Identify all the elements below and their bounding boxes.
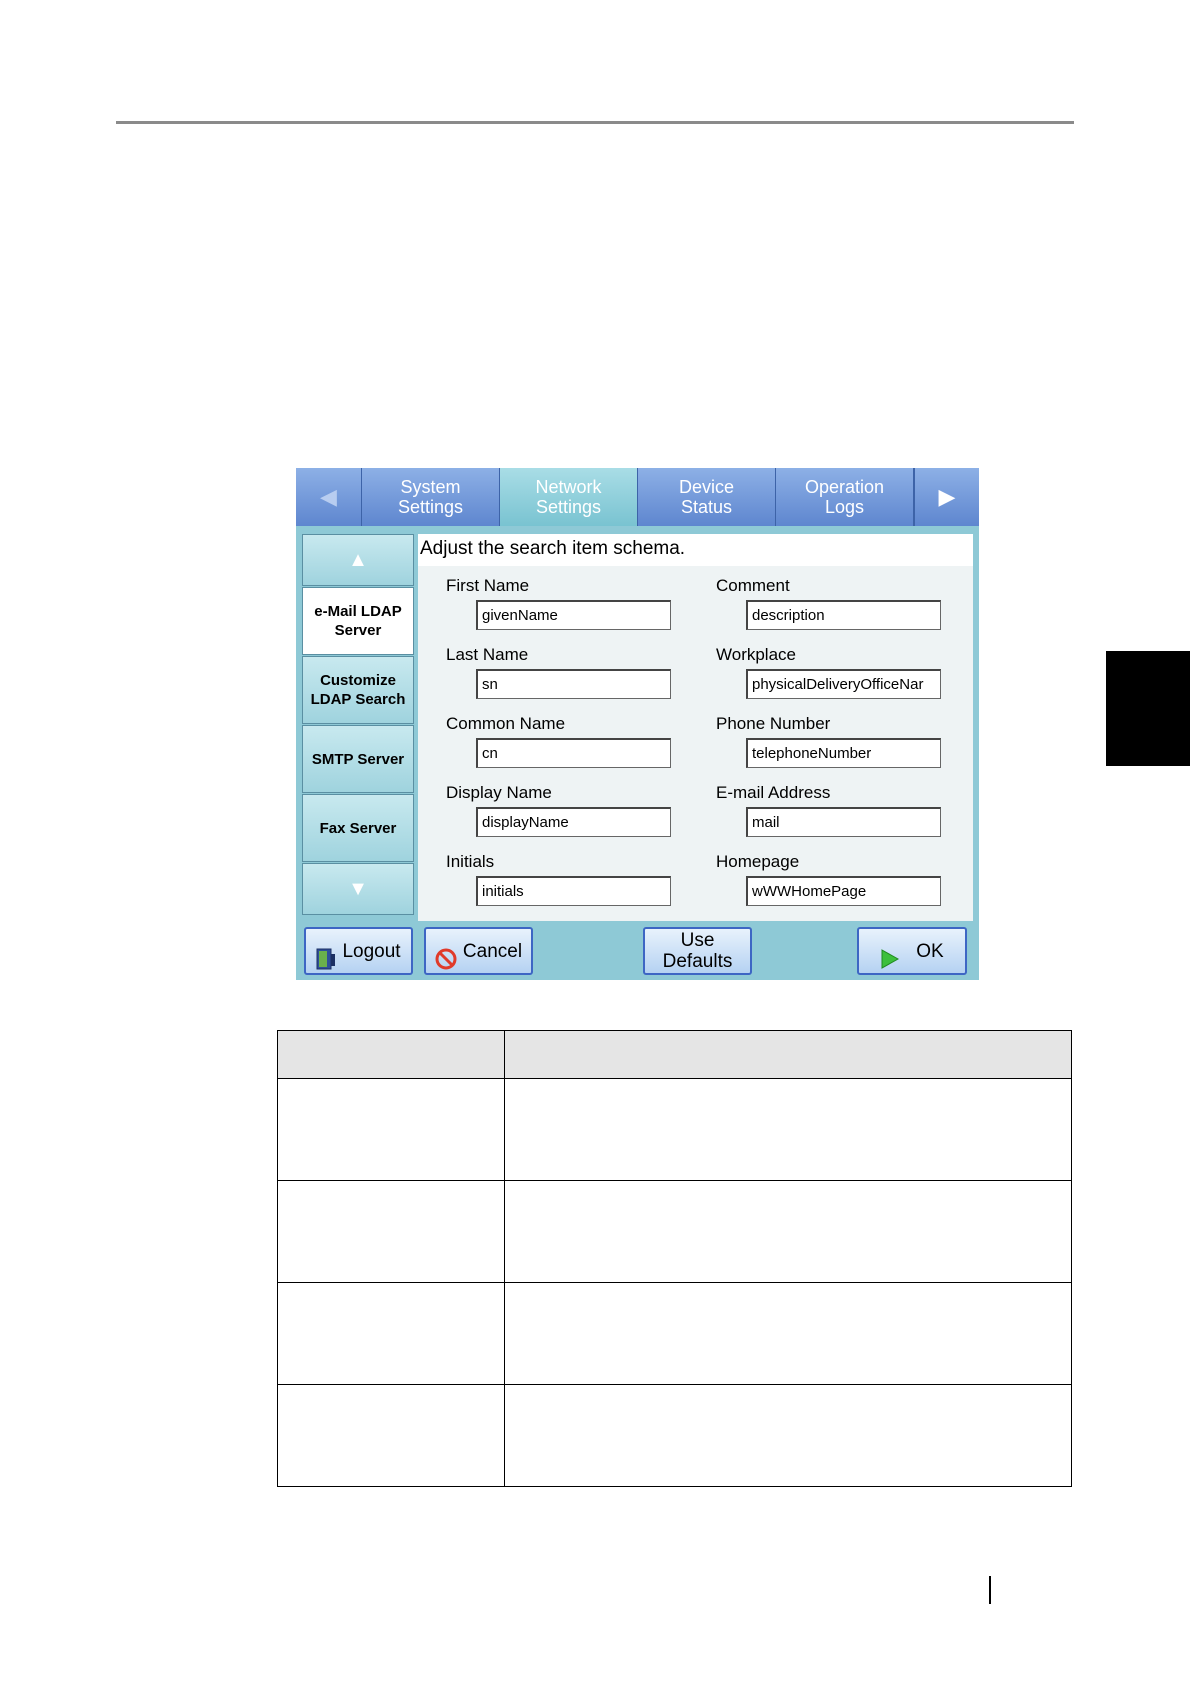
homepage-input[interactable] bbox=[746, 876, 941, 906]
table-row bbox=[277, 1180, 1072, 1283]
arrow-down-icon: ▼ bbox=[348, 877, 368, 900]
tab-device-status[interactable]: Device Status bbox=[638, 468, 776, 526]
workplace-label: Workplace bbox=[716, 645, 796, 664]
menu-item-email-ldap-server[interactable]: e-Mail LDAP Server bbox=[302, 587, 414, 655]
common-name-input[interactable] bbox=[476, 738, 671, 768]
phone-number-input[interactable] bbox=[746, 738, 941, 768]
form-title: Adjust the search item schema. bbox=[418, 534, 973, 566]
use-defaults-button[interactable]: Use Defaults bbox=[643, 927, 752, 975]
first-name-label: First Name bbox=[446, 576, 530, 595]
table-cell bbox=[277, 1282, 505, 1385]
table-cell bbox=[277, 1180, 505, 1283]
first-name-input[interactable] bbox=[476, 600, 671, 630]
table-header-row bbox=[277, 1030, 1072, 1079]
ok-label: OK bbox=[916, 940, 944, 962]
play-icon bbox=[880, 927, 900, 975]
phone-number-label: Phone Number bbox=[716, 714, 831, 733]
display-name-label: Display Name bbox=[446, 783, 552, 802]
logout-label: Logout bbox=[342, 940, 401, 962]
initials-label: Initials bbox=[446, 852, 495, 871]
tab-bar: ◀ System Settings Network Settings Devic… bbox=[296, 468, 979, 526]
comment-input[interactable] bbox=[746, 600, 941, 630]
tab-operation-logs[interactable]: Operation Logs bbox=[776, 468, 914, 526]
settings-form: Adjust the search item schema. First Nam… bbox=[418, 534, 973, 921]
table-header-cell bbox=[277, 1030, 505, 1079]
table-row bbox=[277, 1384, 1072, 1487]
tab-system-settings[interactable]: System Settings bbox=[362, 468, 500, 526]
cancel-button[interactable]: Cancel bbox=[424, 927, 533, 975]
tab-network-settings[interactable]: Network Settings bbox=[500, 468, 638, 526]
table-cell bbox=[504, 1078, 1072, 1181]
email-address-input[interactable] bbox=[746, 807, 941, 837]
table-cell bbox=[504, 1384, 1072, 1487]
menu-item-fax-server[interactable]: Fax Server bbox=[302, 794, 414, 862]
last-name-label: Last Name bbox=[446, 645, 529, 664]
arrow-left-icon: ◀ bbox=[320, 484, 337, 509]
page-footer-marker bbox=[989, 1576, 991, 1604]
prohibited-icon bbox=[435, 927, 457, 975]
homepage-label: Homepage bbox=[716, 852, 800, 871]
table-row bbox=[277, 1282, 1072, 1385]
chapter-side-tab bbox=[1106, 651, 1190, 766]
table-cell bbox=[504, 1180, 1072, 1283]
table-cell bbox=[277, 1078, 505, 1181]
menu-item-smtp-server[interactable]: SMTP Server bbox=[302, 725, 414, 793]
table-header-cell bbox=[504, 1030, 1072, 1079]
table-cell bbox=[504, 1282, 1072, 1385]
arrow-up-icon: ▲ bbox=[348, 548, 368, 571]
logout-button[interactable]: Logout bbox=[304, 927, 413, 975]
tab-scroll-left-button[interactable]: ◀ bbox=[296, 468, 362, 526]
screen-panel: ◀ System Settings Network Settings Devic… bbox=[296, 468, 979, 980]
workplace-input[interactable] bbox=[746, 669, 941, 699]
table-row bbox=[277, 1078, 1072, 1181]
menu-scroll-down-button[interactable]: ▼ bbox=[302, 863, 414, 915]
tab-scroll-right-button[interactable]: ▶ bbox=[914, 468, 979, 526]
common-name-label: Common Name bbox=[446, 714, 566, 733]
initials-input[interactable] bbox=[476, 876, 671, 906]
door-icon bbox=[316, 927, 336, 975]
comment-label: Comment bbox=[716, 576, 790, 595]
cancel-label: Cancel bbox=[462, 940, 523, 962]
arrow-right-icon: ▶ bbox=[938, 484, 956, 509]
last-name-input[interactable] bbox=[476, 669, 671, 699]
email-address-label: E-mail Address bbox=[716, 783, 831, 802]
description-table bbox=[277, 1030, 1072, 1487]
display-name-input[interactable] bbox=[476, 807, 671, 837]
table-cell bbox=[277, 1384, 505, 1487]
ok-button[interactable]: OK bbox=[857, 927, 967, 975]
page-header-rule bbox=[116, 121, 1074, 124]
menu-scroll-up-button[interactable]: ▲ bbox=[302, 534, 414, 586]
side-menu: ▲ e-Mail LDAP Server Customize LDAP Sear… bbox=[302, 534, 414, 916]
menu-item-customize-ldap-search[interactable]: Customize LDAP Search bbox=[302, 656, 414, 724]
